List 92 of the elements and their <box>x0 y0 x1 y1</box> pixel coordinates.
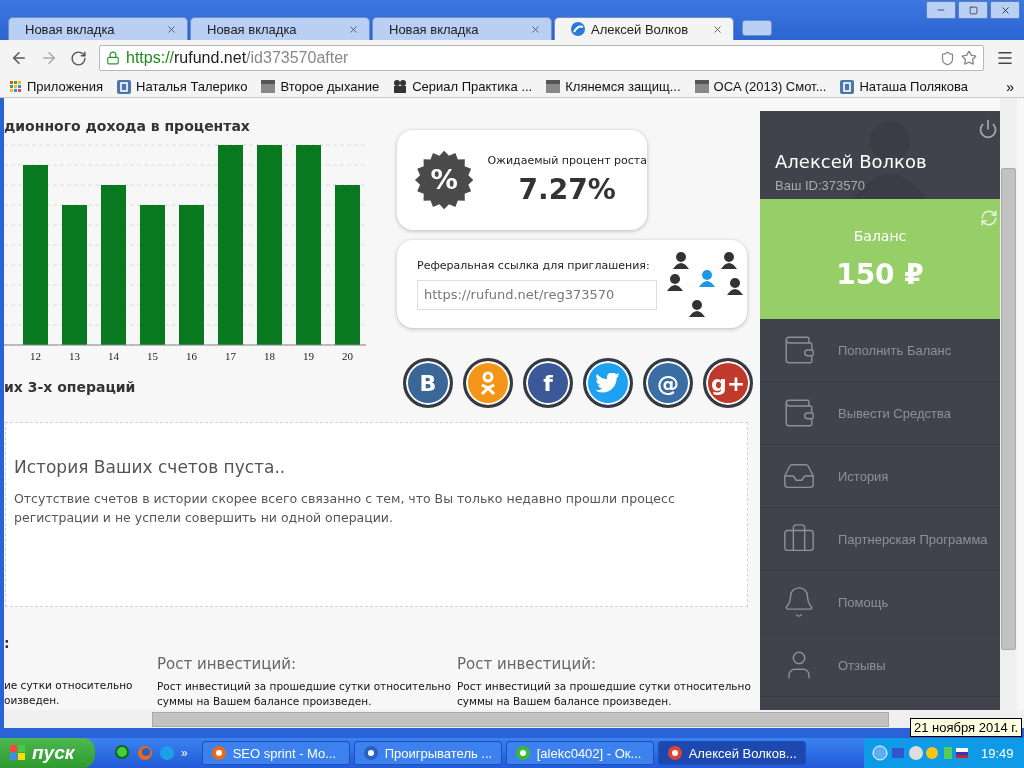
film-camera-icon <box>393 80 408 93</box>
app-icon <box>514 745 531 761</box>
info-title: Рост инвестиций: <box>457 655 598 673</box>
info-text: Рост инвестиций за прошедшие сутки относительно суммы на Вашем балансе произведен. <box>157 679 452 709</box>
user-id: Ваш ID:373570 <box>775 178 866 193</box>
clock[interactable]: 19:49 <box>981 745 1014 761</box>
referral-link-field[interactable]: https://rufund.net/reg373570 <box>417 279 657 310</box>
share-button[interactable]: @ <box>643 358 693 408</box>
share-button[interactable] <box>463 358 513 408</box>
taskbar-button[interactable]: [alekc0402] - Ок... <box>505 741 654 765</box>
reload-icon[interactable] <box>70 49 87 67</box>
clapper-icon <box>261 80 276 93</box>
bookmark-item[interactable]: OCA (2013) Смот... <box>694 79 827 94</box>
minimize-button[interactable] <box>926 1 956 19</box>
new-tab-button[interactable] <box>742 20 772 36</box>
axis-label: 13 <box>69 350 80 362</box>
scroll-thumb[interactable] <box>1001 168 1016 650</box>
maximize-icon <box>968 5 978 15</box>
letter-tile-icon <box>117 79 132 94</box>
info-title: Рост инвестиций: <box>157 655 298 673</box>
site-favicon <box>571 22 585 36</box>
browser-tab[interactable]: Новая вкладка <box>8 17 188 40</box>
share-button[interactable] <box>583 358 633 408</box>
bookmark-item[interactable]: Сериал Практика ... <box>393 79 533 94</box>
user-name: Алексей Волков <box>775 151 928 172</box>
axis-label: 12 <box>30 350 41 362</box>
shield-icon[interactable] <box>940 50 955 66</box>
bookmark-item[interactable]: Наталья Талерико <box>117 79 248 94</box>
start-button[interactable]: пуск <box>0 738 95 768</box>
back-icon[interactable] <box>10 49 28 67</box>
percent-badge-icon: % <box>415 148 474 212</box>
clapper-icon <box>694 80 709 93</box>
bookmark-item[interactable]: Клянемся защищ... <box>546 79 681 94</box>
app-icon <box>666 745 683 761</box>
browser-tab[interactable]: Новая вкладка <box>190 17 370 40</box>
balance-value: 150 ₽ <box>836 257 924 291</box>
clapper-icon <box>546 80 561 93</box>
app-icon <box>362 745 379 761</box>
bird-icon <box>595 373 621 393</box>
browser-tab[interactable]: Алексей Волков <box>554 17 734 40</box>
close-icon[interactable] <box>166 23 177 35</box>
browser-icon[interactable] <box>137 745 153 761</box>
balance-label: Баланс <box>853 227 907 244</box>
info-text: Рост инвестиций за прошедшие сутки относительно суммы на Вашем балансе произведен. <box>457 679 752 709</box>
history-text: Отсутствие счетов в истории скорее всего связанно с тем, что Вы только недавно прошли процесс регистрации и не успели совершить ни одной операции. <box>14 490 676 527</box>
growth-value: 7.27% <box>518 173 616 206</box>
close-button[interactable] <box>990 1 1020 19</box>
scroll-thumb[interactable] <box>152 711 889 727</box>
share-button[interactable]: f <box>523 358 573 408</box>
bookmark-item[interactable]: Второе дыхание <box>261 79 380 94</box>
close-icon[interactable] <box>530 23 541 35</box>
close-icon[interactable] <box>712 23 723 35</box>
history-title: История Ваших счетов пуста.. <box>14 457 287 477</box>
lock-icon <box>106 51 120 65</box>
menu-icon[interactable] <box>996 49 1014 67</box>
apps-grid-icon <box>10 80 22 93</box>
star-icon[interactable] <box>961 50 977 66</box>
info-text: ие сутки относительно оизведен. <box>4 678 134 708</box>
section-heading: : <box>4 635 11 651</box>
section-heading: их 3-х операций <box>4 379 137 395</box>
date-tooltip: 21 ноября 2014 г. <box>910 718 1022 737</box>
share-button[interactable]: g+ <box>703 358 753 408</box>
section-heading: дионного дохода в процентах <box>4 118 251 134</box>
power-icon[interactable] <box>978 119 998 139</box>
vertical-scrollbar[interactable] <box>1000 98 1017 710</box>
referral-label: Реферальная ссылка для приглашения: <box>417 258 651 272</box>
taskbar-button[interactable]: Проигрыватель ... <box>353 741 502 765</box>
bookmark-item[interactable]: Наташа Полякова <box>840 79 969 94</box>
close-icon <box>999 4 1011 16</box>
maximize-button[interactable] <box>958 1 988 19</box>
address-bar[interactable]: https://rufund.net/id373570after <box>99 45 984 71</box>
windows-flag-icon <box>10 745 26 761</box>
growth-label: Ожидаемый процент роста <box>487 154 647 167</box>
axis-label: 16 <box>186 350 197 362</box>
taskbar-button[interactable]: Алексей Волков... <box>657 741 806 765</box>
forward-icon[interactable] <box>40 49 58 67</box>
more-bookmarks-button[interactable]: » <box>1006 78 1014 95</box>
axis-label: 20 <box>342 350 353 362</box>
axis-label: 18 <box>264 350 275 362</box>
more-button[interactable]: » <box>181 746 188 760</box>
axis-label: 19 <box>303 350 314 362</box>
app-icon <box>210 745 227 761</box>
axis-label: 17 <box>225 350 236 362</box>
close-icon[interactable] <box>348 23 359 35</box>
axis-label: 14 <box>108 350 119 362</box>
axis-label: 15 <box>147 350 158 362</box>
person-figure-icon <box>479 371 497 395</box>
bookmark-item[interactable]: Приложения <box>10 79 104 94</box>
taskbar-button[interactable]: SEO sprint - Mo... <box>201 741 350 765</box>
share-button[interactable]: B <box>403 358 453 408</box>
letter-tile-icon <box>840 79 855 94</box>
browser-tab[interactable]: Новая вкладка <box>372 17 552 40</box>
